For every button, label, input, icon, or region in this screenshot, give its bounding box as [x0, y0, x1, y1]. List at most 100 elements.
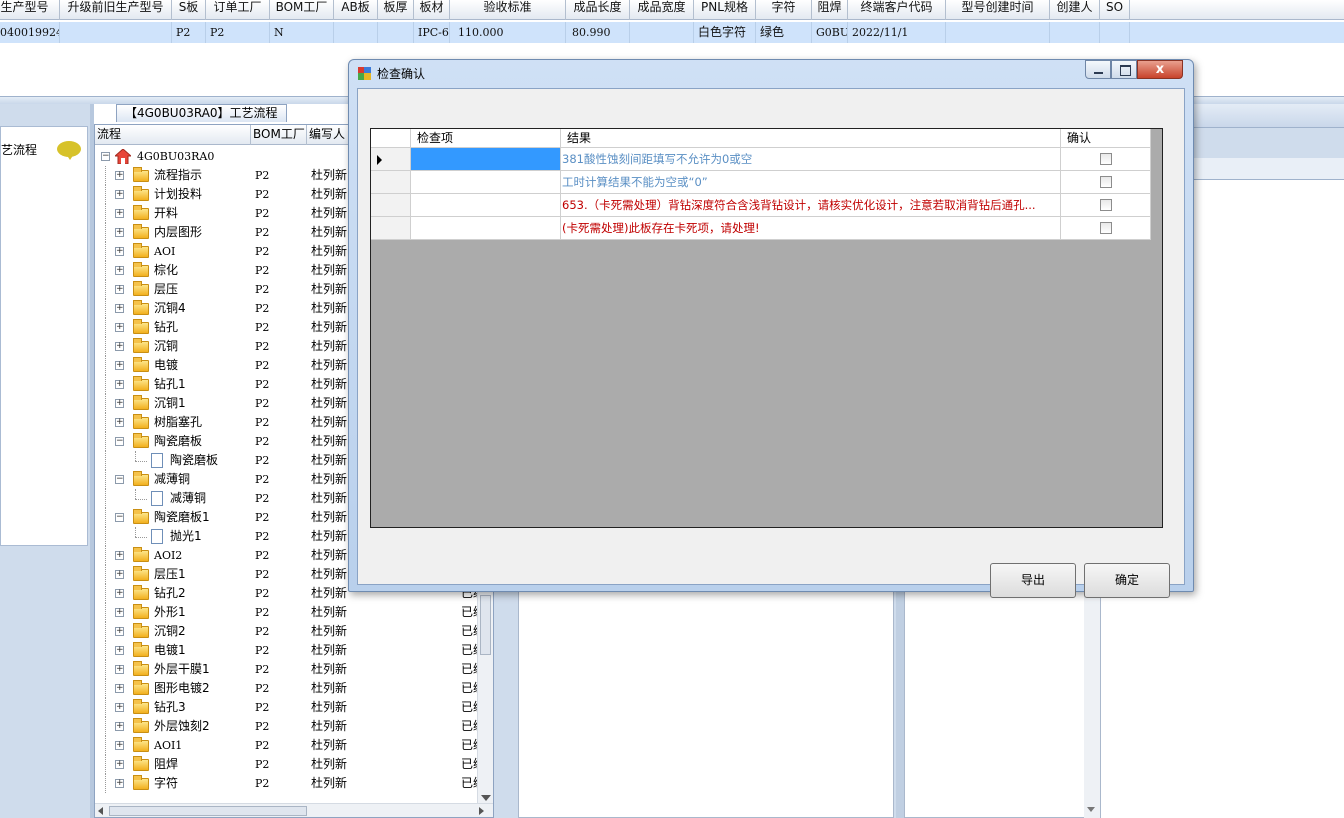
expand-icon[interactable]: +	[115, 665, 124, 674]
expand-icon[interactable]: +	[115, 342, 124, 351]
confirm-checkbox[interactable]	[1100, 199, 1112, 211]
top-grid-header-cell[interactable]: S板	[172, 0, 206, 20]
expand-icon[interactable]: +	[115, 703, 124, 712]
scroll-down-icon[interactable]	[481, 795, 491, 801]
top-grid-header-cell[interactable]: PNL规格	[694, 0, 756, 20]
scroll-left-icon[interactable]	[98, 807, 103, 815]
grid-cell-item[interactable]	[411, 217, 561, 240]
top-grid-cell[interactable]: P2	[206, 22, 270, 43]
minimize-button[interactable]	[1085, 60, 1111, 79]
confirm-checkbox[interactable]	[1100, 153, 1112, 165]
expand-icon[interactable]: +	[115, 627, 124, 636]
expand-icon[interactable]: +	[115, 247, 124, 256]
row-header[interactable]	[371, 194, 411, 217]
confirm-checkbox[interactable]	[1100, 222, 1112, 234]
expand-icon[interactable]: +	[115, 190, 124, 199]
expand-icon[interactable]: +	[115, 171, 124, 180]
grid-cell-result[interactable]: 381酸性蚀刻间距填写不允许为0或空	[561, 148, 1061, 171]
top-grid-header-cell[interactable]: 板厚	[378, 0, 414, 20]
top-grid-header-cell[interactable]: 订单工厂	[206, 0, 270, 20]
grid-header-result[interactable]: 结果	[561, 129, 1061, 148]
tree-row[interactable]: +钻孔3P2杜列新已编写	[95, 698, 493, 717]
top-grid-header-cell[interactable]: 型号创建时间	[946, 0, 1050, 20]
expand-icon[interactable]: +	[115, 361, 124, 370]
right-vertical-scrollbar[interactable]	[1084, 590, 1100, 818]
grid-cell-item[interactable]	[411, 171, 561, 194]
scroll-down-icon[interactable]	[1087, 807, 1095, 812]
expand-icon[interactable]: +	[115, 684, 124, 693]
scroll-right-icon[interactable]	[479, 807, 484, 815]
maximize-button[interactable]	[1111, 60, 1137, 79]
chat-bubble-icon[interactable]	[57, 141, 81, 160]
top-grid-cell[interactable]: 110.000	[450, 22, 566, 43]
close-button[interactable]: x	[1137, 60, 1183, 79]
expand-icon[interactable]: +	[115, 209, 124, 218]
top-grid-cell[interactable]	[334, 22, 378, 43]
top-grid-cell[interactable]: 0400199242	[0, 22, 60, 43]
top-grid-cell[interactable]	[946, 22, 1050, 43]
expand-icon[interactable]: +	[115, 285, 124, 294]
top-grid-cell[interactable]: P2	[172, 22, 206, 43]
grid-cell-item[interactable]	[411, 194, 561, 217]
top-grid-cell[interactable]: N	[270, 22, 334, 43]
top-grid-cell[interactable]	[1100, 22, 1130, 43]
grid-cell-item[interactable]	[411, 148, 561, 171]
expand-icon[interactable]: +	[115, 570, 124, 579]
top-grid-header-cell[interactable]: 终端客户代码	[848, 0, 946, 20]
grid-cell-result[interactable]: 653.（卡死需处理）背钻深度符合含浅背钻设计，请核实优化设计，注意若取消背钻后…	[561, 194, 1061, 217]
expand-icon[interactable]: +	[115, 551, 124, 560]
top-grid-header-cell[interactable]: 验收标准	[450, 0, 566, 20]
expand-icon[interactable]: +	[115, 646, 124, 655]
top-grid-header-cell[interactable]: 升级前旧生产型号	[60, 0, 172, 20]
tree-row[interactable]: +图形电镀2P2杜列新已编写	[95, 679, 493, 698]
top-grid-header-cell[interactable]: BOM工厂	[270, 0, 334, 20]
top-grid-cell[interactable]: 白色字符	[694, 22, 756, 43]
top-grid-header-cell[interactable]: 阻焊	[812, 0, 848, 20]
tree-row[interactable]: +外层干膜1P2杜列新已编写	[95, 660, 493, 679]
top-grid-cell[interactable]: G0BU	[812, 22, 848, 43]
top-grid-header-cell[interactable]: 创建人	[1050, 0, 1100, 20]
expand-icon[interactable]: +	[115, 722, 124, 731]
top-grid-cell[interactable]	[1050, 22, 1100, 43]
collapse-icon[interactable]: −	[115, 513, 124, 522]
left-flow-tab[interactable]: 艺流程	[0, 126, 88, 546]
tree-row[interactable]: +阻焊P2杜列新已编写	[95, 755, 493, 774]
row-header[interactable]	[371, 171, 411, 194]
grid-scrollbar[interactable]	[1151, 129, 1162, 239]
tree-row[interactable]: +字符P2杜列新已编写	[95, 774, 493, 793]
top-grid-header-cell[interactable]: AB板	[334, 0, 378, 20]
grid-header-item[interactable]: 检查项	[411, 129, 561, 148]
expand-icon[interactable]: +	[115, 304, 124, 313]
top-grid-header-cell[interactable]: 生产型号	[0, 0, 60, 20]
middle-splitter[interactable]	[896, 590, 904, 818]
expand-icon[interactable]: +	[115, 760, 124, 769]
current-row-indicator-icon[interactable]	[371, 148, 411, 171]
top-grid-row[interactable]: 0400199242P2P2NIPC-6018 Ⅱ级110.00080.990白…	[0, 22, 1344, 43]
tree-horizontal-scrollbar[interactable]	[95, 803, 493, 817]
tree-row[interactable]: +电镀1P2杜列新已编写	[95, 641, 493, 660]
top-grid-cell[interactable]	[630, 22, 694, 43]
expand-icon[interactable]: +	[115, 608, 124, 617]
expand-icon[interactable]: +	[115, 228, 124, 237]
top-grid-header-cell[interactable]: 板材	[414, 0, 450, 20]
tree-row[interactable]: +AOI1P2杜列新已编写	[95, 736, 493, 755]
tree-header-flow[interactable]: 流程	[95, 125, 251, 145]
tree-scroll-thumb[interactable]	[480, 595, 491, 655]
top-grid-header-cell[interactable]: 成品宽度	[630, 0, 694, 20]
tree-row[interactable]: +外层蚀刻2P2杜列新已编写	[95, 717, 493, 736]
grid-cell-result[interactable]: 工时计算结果不能为空或“0”	[561, 171, 1061, 194]
grid-row[interactable]: 工时计算结果不能为空或“0”	[371, 171, 1151, 194]
expand-icon[interactable]: +	[115, 399, 124, 408]
confirm-checkbox[interactable]	[1100, 176, 1112, 188]
grid-cell-result[interactable]: (卡死需处理)此板存在卡死项，请处理!	[561, 217, 1061, 240]
top-grid-header-cell[interactable]: SO	[1100, 0, 1130, 20]
top-grid-cell[interactable]	[60, 22, 172, 43]
grid-row[interactable]: (卡死需处理)此板存在卡死项，请处理!	[371, 217, 1151, 240]
top-grid-cell[interactable]: 2022/11/1	[848, 22, 946, 43]
row-header[interactable]	[371, 217, 411, 240]
top-grid-header-cell[interactable]: 成品长度	[566, 0, 630, 20]
expand-icon[interactable]: +	[115, 741, 124, 750]
expand-icon[interactable]: +	[115, 380, 124, 389]
tree-row[interactable]: +沉铜2P2杜列新已编写	[95, 622, 493, 641]
export-button[interactable]: 导出	[990, 563, 1076, 598]
